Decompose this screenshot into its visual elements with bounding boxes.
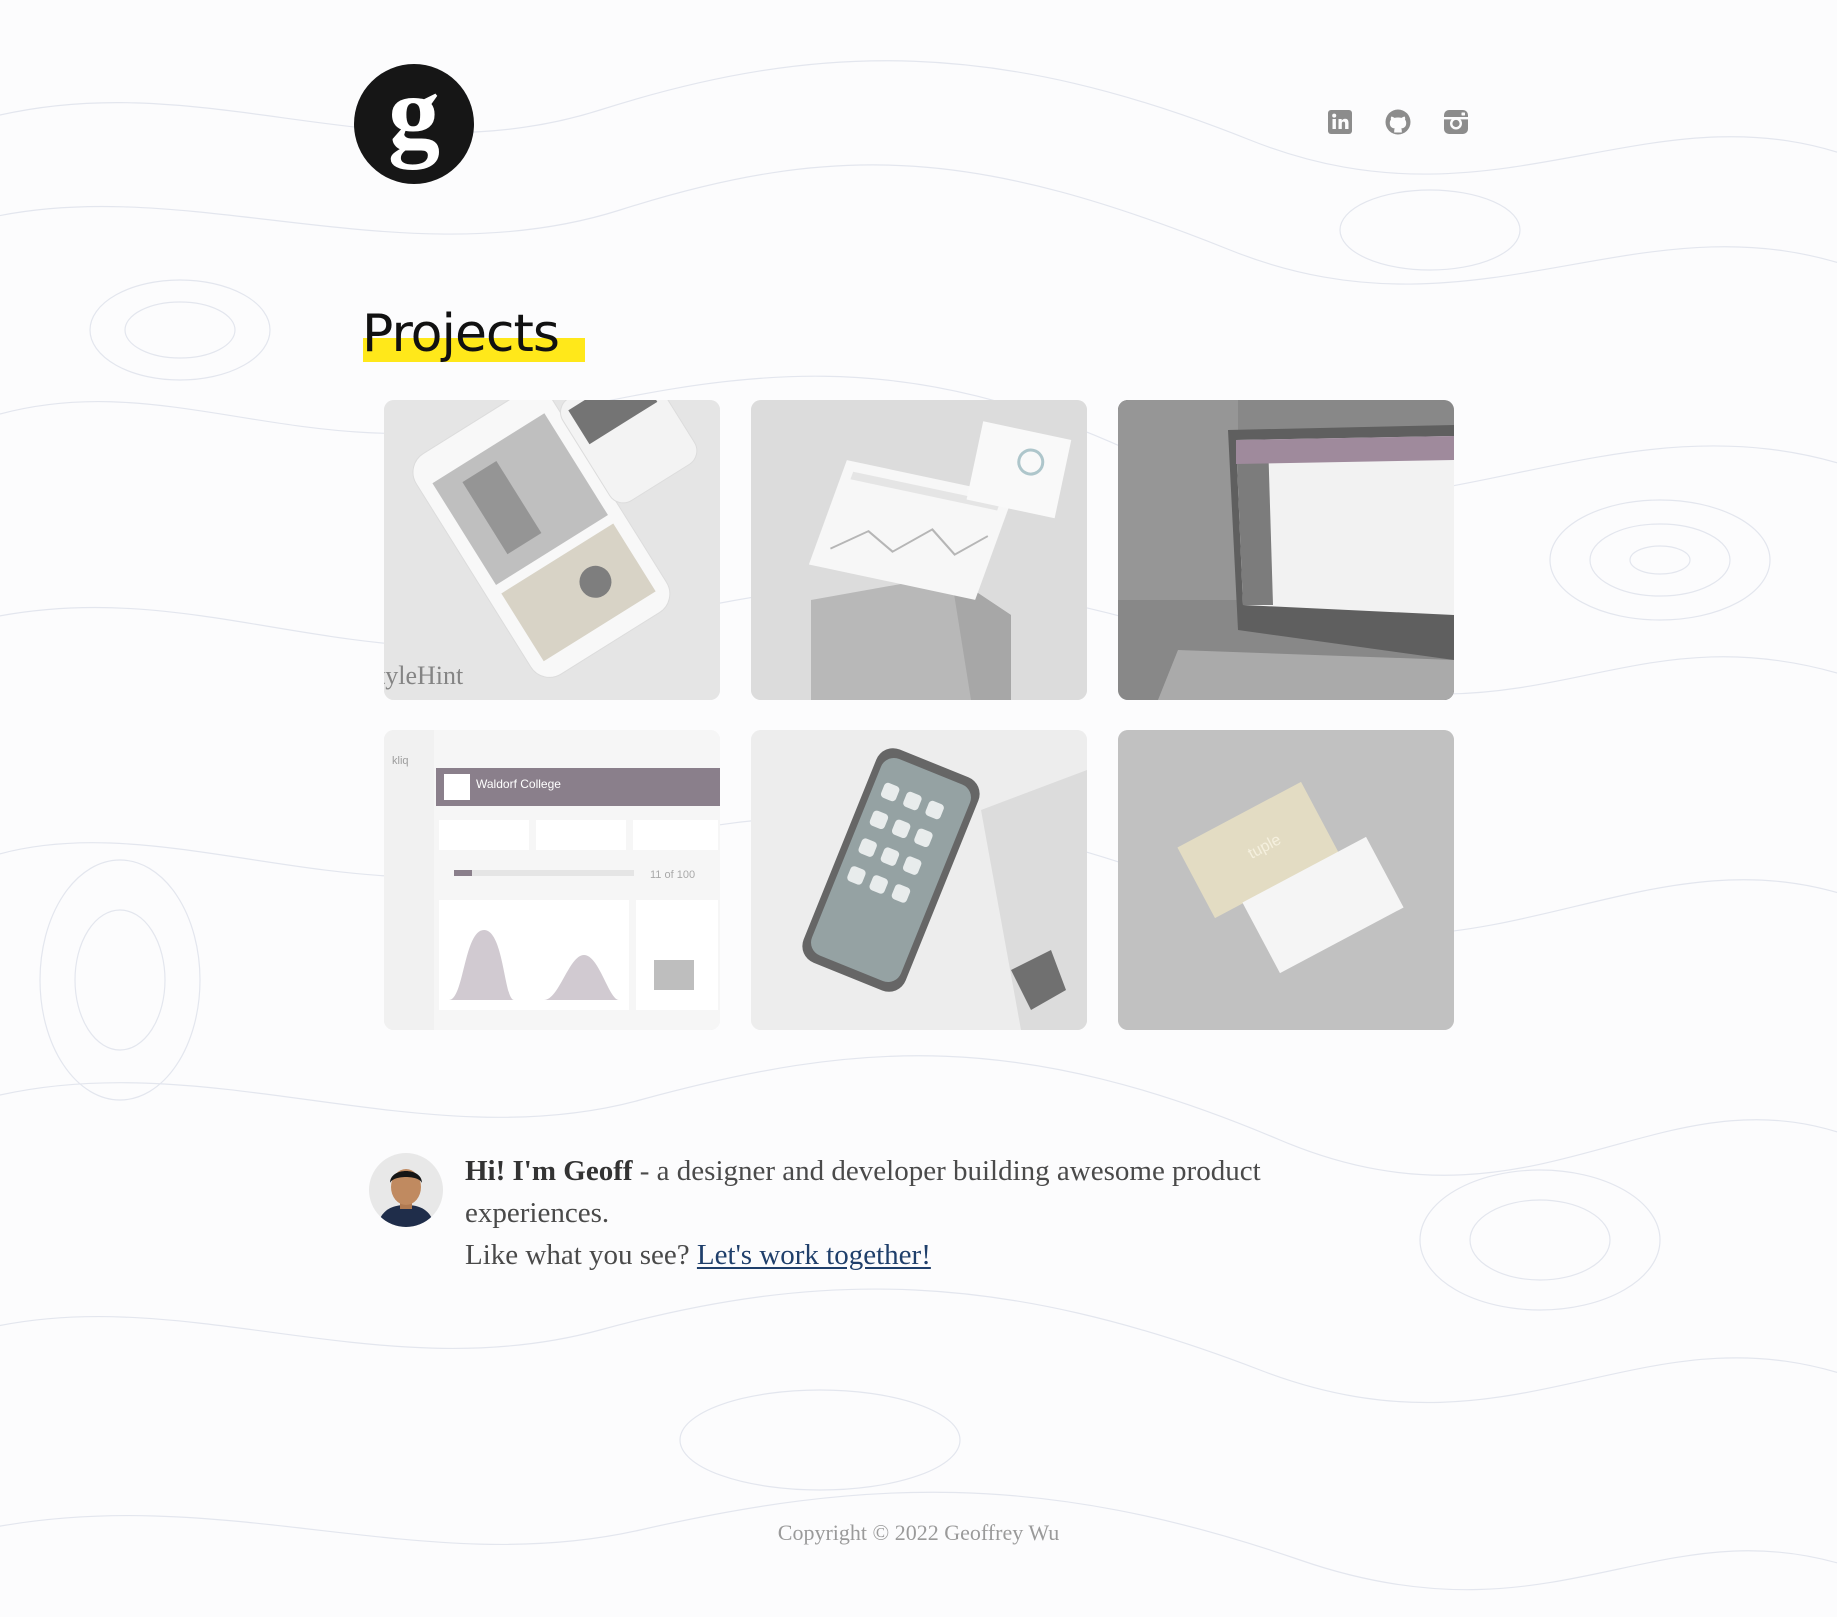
project-card-laptop-app[interactable] xyxy=(1118,400,1454,700)
avatar xyxy=(369,1153,443,1227)
contact-link[interactable]: Let's work together! xyxy=(697,1239,931,1271)
card-overlay xyxy=(384,730,720,1030)
card-overlay xyxy=(1118,400,1454,700)
projects-title: Projects xyxy=(362,304,560,364)
linkedin-icon[interactable] xyxy=(1326,108,1354,136)
footer-copyright: Copyright © 2022 Geoffrey Wu xyxy=(777,1520,1060,1545)
page: g Projects tyleHint kliq Waldorf College… xyxy=(0,0,1837,1617)
card-overlay xyxy=(751,730,1087,1030)
github-icon[interactable] xyxy=(1384,108,1412,136)
project-card-tuple-cards[interactable]: tuple xyxy=(1118,730,1454,1030)
projects-grid: tyleHint kliq Waldorf College 11 of 100 … xyxy=(384,400,1454,1030)
card-overlay xyxy=(384,400,720,700)
bio-cta-prefix: Like what you see? xyxy=(465,1239,697,1271)
project-card-stylehint[interactable]: tyleHint xyxy=(384,400,720,700)
bio-text: Hi! I'm Geoff - a designer and developer… xyxy=(465,1150,1345,1276)
project-card-kliq-dashboard[interactable]: kliq Waldorf College 11 of 100 xyxy=(384,730,720,1030)
project-card-phone-apps[interactable] xyxy=(751,730,1087,1030)
site-logo[interactable]: g xyxy=(354,64,474,184)
card-overlay xyxy=(1118,730,1454,1030)
logo-letter: g xyxy=(388,64,440,170)
bio-greeting: Hi! I'm Geoff xyxy=(465,1155,633,1187)
card-overlay xyxy=(751,400,1087,700)
project-card-analytics-dashboard[interactable] xyxy=(751,400,1087,700)
social-links xyxy=(1326,108,1470,136)
instagram-icon[interactable] xyxy=(1442,108,1470,136)
